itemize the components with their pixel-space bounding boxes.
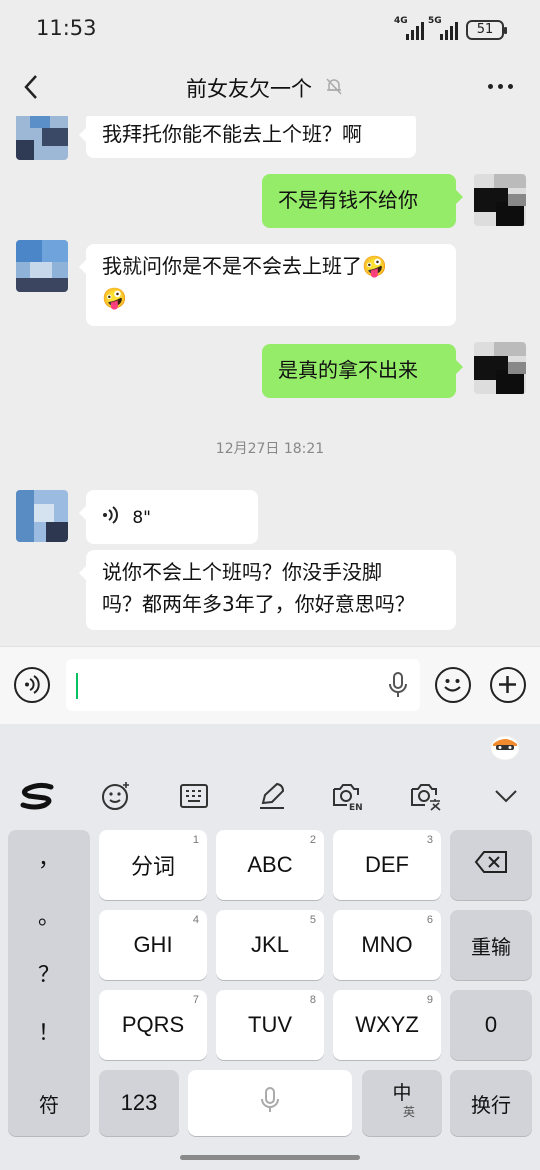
lang-main: 中	[392, 1083, 412, 1104]
svg-text:EN: EN	[349, 803, 363, 811]
avatar-self[interactable]	[474, 342, 526, 394]
chat-input-bar	[0, 646, 540, 724]
chat-title-group: 前女友欠一个	[186, 73, 344, 103]
message-bubble-outgoing[interactable]: 是真的拿不出来	[262, 344, 463, 398]
punct-key[interactable]: ？	[8, 948, 90, 1004]
signal-5g-icon: 5G	[428, 16, 458, 40]
voice-duration: 8"	[132, 508, 151, 528]
signal-4g-icon: 4G	[394, 16, 424, 40]
reinput-key[interactable]: 重输	[450, 910, 532, 980]
key-6[interactable]: MNO 6	[333, 910, 441, 980]
key-1[interactable]: 分词 1	[99, 830, 207, 900]
symbols-key[interactable]: 符	[8, 1070, 90, 1136]
message-text: 我拜托你能不能去上个班？啊	[102, 122, 362, 146]
key-5[interactable]: JKL 5	[216, 910, 324, 980]
voice-input-icon[interactable]	[14, 667, 50, 703]
message-bubble-incoming[interactable]: 我就问你是不是不会去上班了🤪 🤪	[79, 244, 456, 326]
key-8[interactable]: TUV 8	[216, 990, 324, 1060]
chat-header: 前女友欠一个	[0, 58, 540, 116]
status-bar: 11:53 4G 5G 51	[0, 0, 540, 58]
backspace-key[interactable]	[450, 830, 532, 900]
message-text-line2: 🤪	[102, 286, 127, 310]
avatar-contact[interactable]	[16, 240, 68, 292]
message-list[interactable]: 我拜托你能不能去上个班？啊 不是有钱不给你 我就问你是不是不会去上班了🤪 🤪 是…	[0, 116, 540, 646]
message-bubble-outgoing[interactable]: 不是有钱不给你	[262, 174, 463, 228]
message-bubble-incoming[interactable]: 说你不会上个班吗？你没手没脚 吗？都两年多3年了，你好意思吗？	[79, 550, 456, 630]
lang-sub: 英	[402, 1105, 415, 1119]
punct-key[interactable]: ！	[8, 1006, 90, 1062]
battery-indicator: 51	[466, 20, 507, 40]
keyboard-layout-icon[interactable]	[176, 778, 212, 814]
microphone-icon	[260, 1086, 280, 1120]
avatar-contact[interactable]	[16, 116, 68, 160]
avatar-self[interactable]	[474, 174, 526, 226]
message-text-line2: 吗？都两年多3年了，你好意思吗？	[102, 592, 415, 616]
key-2[interactable]: ABC 2	[216, 830, 324, 900]
status-time: 11:53	[36, 16, 97, 40]
key-9[interactable]: WXYZ 9	[333, 990, 441, 1060]
numbers-key[interactable]: 123	[99, 1070, 179, 1136]
message-text: 说你不会上个班吗？你没手没脚	[102, 560, 382, 584]
key-7[interactable]: PQRS 7	[99, 990, 207, 1060]
emoji-icon[interactable]	[435, 667, 471, 703]
message-timestamp: 12月27日 18:21	[215, 441, 325, 457]
handwriting-pen-icon[interactable]	[254, 778, 290, 814]
punct-key[interactable]: 。	[8, 890, 90, 946]
message-text: 不是有钱不给你	[278, 188, 418, 212]
language-switch-key[interactable]: 中 英	[362, 1070, 442, 1136]
camera-translate-text-icon[interactable]	[408, 778, 444, 814]
text-caret	[76, 673, 78, 699]
ime-mascot-icon[interactable]	[488, 732, 522, 762]
avatar-contact[interactable]	[16, 490, 68, 542]
message-input[interactable]	[66, 659, 420, 711]
keyboard-toolbar: EN	[0, 772, 540, 820]
swipe-logo-icon[interactable]	[18, 778, 58, 814]
chevron-left-icon[interactable]	[20, 72, 44, 102]
home-indicator[interactable]	[180, 1155, 360, 1160]
enter-key[interactable]: 换行	[450, 1070, 532, 1136]
punctuation-column[interactable]: ， 。 ？ ！	[8, 830, 90, 1084]
mic-in-input-icon[interactable]	[388, 671, 408, 703]
plus-icon[interactable]	[490, 667, 526, 703]
voice-wave-icon	[102, 502, 120, 534]
message-bubble-incoming[interactable]: 我拜托你能不能去上个班？啊	[79, 116, 416, 158]
camera-translate-en-icon[interactable]: EN	[330, 778, 366, 814]
zero-key[interactable]: 0	[450, 990, 532, 1060]
key-4[interactable]: GHI 4	[99, 910, 207, 980]
collapse-icon[interactable]	[488, 778, 524, 814]
message-text: 是真的拿不出来	[278, 358, 418, 382]
bell-off-icon	[324, 76, 344, 100]
voice-message-bubble[interactable]: 8"	[79, 490, 258, 544]
key-3[interactable]: DEF 3	[333, 830, 441, 900]
emoji-icon[interactable]	[98, 778, 134, 814]
space-key[interactable]	[188, 1070, 352, 1136]
chat-title: 前女友欠一个	[186, 77, 312, 101]
more-dots-icon[interactable]	[488, 84, 513, 89]
ime-keyboard: EN ， 。 ？ ！ 分词 1 ABC 2 DEF 3 GHI 4 JKL 5 MNO 6 …	[0, 724, 540, 1170]
backspace-icon	[474, 850, 508, 880]
punct-key[interactable]: ，	[8, 832, 90, 888]
message-text: 我就问你是不是不会去上班了🤪	[102, 254, 387, 278]
